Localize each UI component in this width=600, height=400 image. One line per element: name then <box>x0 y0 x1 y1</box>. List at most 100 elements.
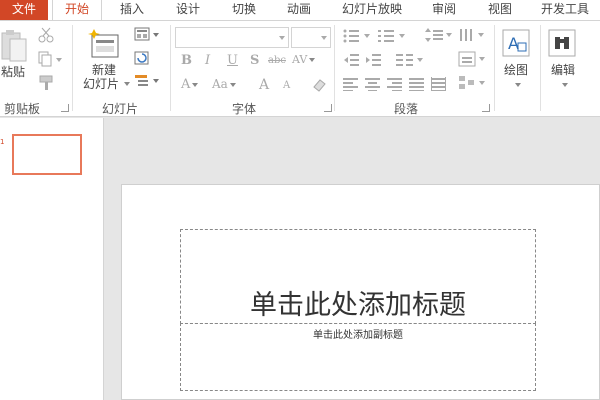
numbering-button[interactable] <box>378 29 408 46</box>
paragraph-group-label: 段落 <box>394 102 419 116</box>
slides-group-label: 幻灯片 <box>102 102 139 116</box>
group-separator <box>540 25 541 111</box>
copy-button[interactable] <box>38 51 64 70</box>
text-direction-button[interactable] <box>458 27 488 46</box>
slide-number: 1 <box>0 138 5 146</box>
layout-icon <box>134 27 159 41</box>
numbering-icon <box>378 30 405 42</box>
layout-button[interactable] <box>134 27 162 46</box>
chevron-down-icon <box>562 83 568 87</box>
line-spacing-button[interactable] <box>425 27 455 46</box>
new-slide-button[interactable] <box>88 27 122 64</box>
distributed-icon <box>431 77 446 91</box>
text-direction-icon <box>460 29 484 41</box>
align-right-button[interactable] <box>387 77 403 94</box>
align-center-icon <box>365 78 380 91</box>
title-placeholder-text: 单击此处添加标题 <box>250 290 466 321</box>
subtitle-placeholder-text: 单击此处添加副标题 <box>313 330 403 341</box>
line-spacing-icon <box>425 28 452 42</box>
chevron-down-icon <box>192 82 199 87</box>
font-color-button[interactable]: A <box>181 77 199 92</box>
decrease-indent-button[interactable] <box>343 53 359 70</box>
clipboard-group-label: 剪贴板 <box>4 102 41 116</box>
grow-font-button[interactable]: A <box>259 77 269 93</box>
shapes-icon: A <box>502 29 530 57</box>
tab-review[interactable]: 审阅 <box>418 0 470 20</box>
font-group-label: 字体 <box>232 102 257 116</box>
decrease-indent-icon <box>344 54 359 66</box>
tab-design[interactable]: 设计 <box>162 0 214 20</box>
new-slide-label-line1: 新建 <box>91 63 116 77</box>
clipboard-dialog-launcher[interactable] <box>61 104 69 112</box>
section-icon <box>135 75 159 86</box>
paragraph-dialog-launcher[interactable] <box>482 104 490 112</box>
copy-icon <box>38 51 62 67</box>
align-center-button[interactable] <box>365 77 381 94</box>
slide-thumbnail[interactable] <box>12 134 82 175</box>
justify-button[interactable] <box>409 77 425 94</box>
text-shadow-button[interactable]: S <box>250 53 259 68</box>
character-spacing-button[interactable]: AV <box>292 53 316 66</box>
format-painter-icon <box>39 75 53 90</box>
tab-view[interactable]: 视图 <box>474 0 526 20</box>
ribbon: 粘贴 剪贴板 新建 幻灯片 幻灯片 B I U S abc AV A Aa A … <box>0 20 600 117</box>
columns-icon <box>396 54 423 66</box>
tab-animations[interactable]: 动画 <box>273 0 325 20</box>
align-left-button[interactable] <box>343 77 359 94</box>
group-separator <box>170 25 171 111</box>
columns-button[interactable] <box>396 53 426 70</box>
change-case-button[interactable]: Aa <box>212 77 236 91</box>
distributed-button[interactable] <box>431 77 447 94</box>
align-right-icon <box>387 78 402 91</box>
character-spacing-label: AV <box>292 53 308 66</box>
reset-button[interactable] <box>134 51 150 70</box>
shrink-font-button[interactable]: A <box>283 80 290 91</box>
underline-button[interactable]: U <box>227 53 238 68</box>
editing-label: 编辑 <box>550 63 575 77</box>
drawing-button[interactable]: A <box>502 29 530 60</box>
align-text-button[interactable] <box>458 51 488 70</box>
slide-thumbnail-pane: 1 <box>0 118 104 400</box>
format-painter-button[interactable] <box>38 75 54 94</box>
tab-transitions[interactable]: 切换 <box>218 0 270 20</box>
increase-indent-icon <box>366 54 381 66</box>
font-dialog-launcher[interactable] <box>324 104 332 112</box>
paste-button[interactable] <box>0 29 28 70</box>
new-slide-icon <box>88 29 119 58</box>
section-button[interactable] <box>134 73 162 92</box>
new-slide-label-line2: 幻灯片 <box>82 77 119 91</box>
bullets-button[interactable] <box>343 29 373 46</box>
eraser-icon <box>313 79 326 92</box>
chevron-down-icon <box>309 58 316 62</box>
font-color-label: A <box>181 77 191 92</box>
tab-insert[interactable]: 插入 <box>106 0 158 20</box>
align-left-icon <box>343 78 358 91</box>
group-separator <box>334 25 335 111</box>
strikethrough-button[interactable]: abc <box>268 55 286 66</box>
font-size-combo[interactable] <box>291 27 331 48</box>
svg-text:A: A <box>508 34 519 53</box>
tab-file[interactable]: 文件 <box>0 0 48 20</box>
chevron-down-icon <box>124 82 130 86</box>
scissors-icon <box>38 27 54 43</box>
align-text-icon <box>458 51 485 67</box>
font-name-combo[interactable] <box>175 27 289 48</box>
bullets-icon <box>343 29 370 43</box>
chevron-down-icon <box>321 36 327 40</box>
cut-button[interactable] <box>38 27 54 46</box>
group-separator <box>494 25 495 111</box>
tab-developer[interactable]: 开发工具 <box>530 0 600 20</box>
paste-icon <box>1 30 27 62</box>
change-case-label: Aa <box>212 77 228 91</box>
bold-button[interactable]: B <box>181 53 192 68</box>
chevron-down-icon <box>229 82 236 87</box>
italic-button[interactable]: I <box>205 53 210 68</box>
increase-indent-button[interactable] <box>365 53 381 70</box>
paste-label: 粘贴 <box>0 65 25 79</box>
tab-slideshow[interactable]: 幻灯片放映 <box>330 0 414 20</box>
editing-button[interactable] <box>548 29 576 60</box>
smartart-button[interactable] <box>458 75 488 94</box>
reset-icon <box>134 51 149 65</box>
tab-home[interactable]: 开始 <box>52 0 102 21</box>
clear-formatting-button[interactable] <box>311 77 327 96</box>
